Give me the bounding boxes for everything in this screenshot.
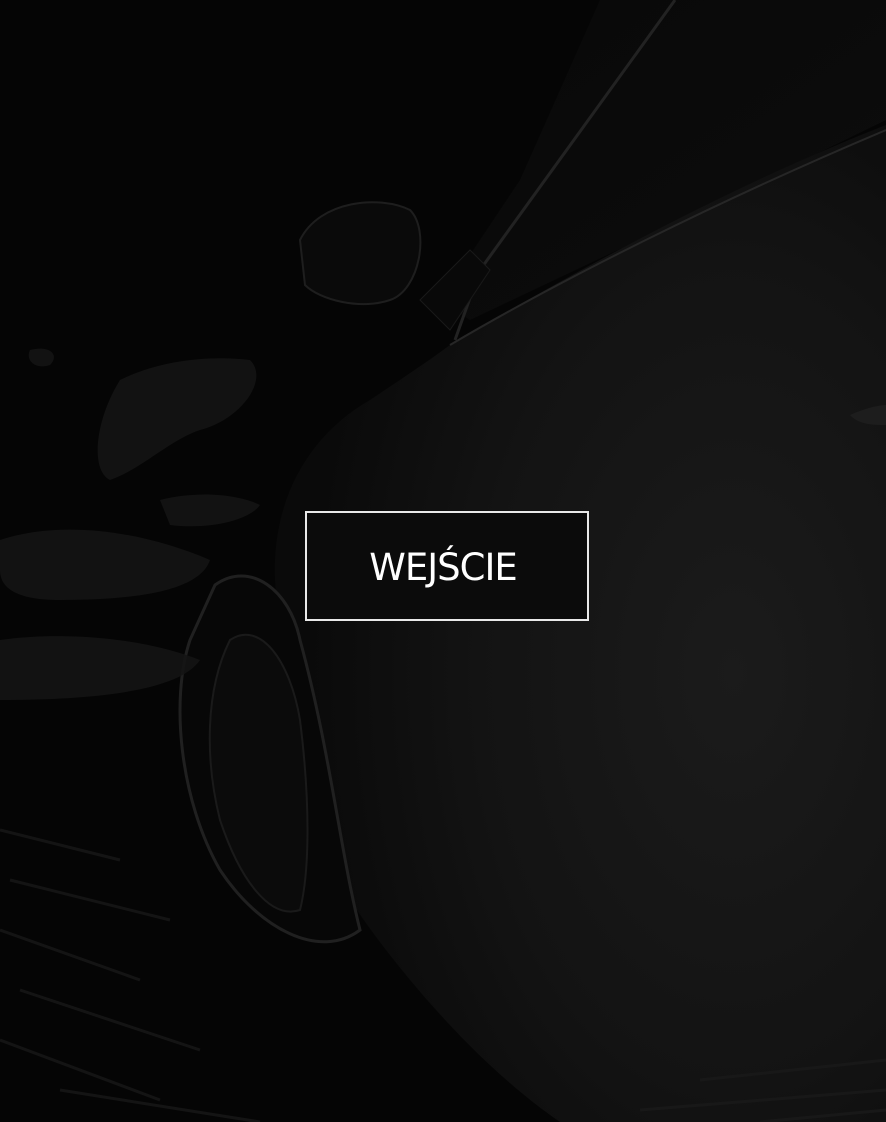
enter-button[interactable]: WEJŚCIE	[305, 511, 589, 621]
splash-screen: WEJŚCIE	[0, 0, 886, 1122]
enter-button-label: WEJŚCIE	[369, 545, 517, 589]
